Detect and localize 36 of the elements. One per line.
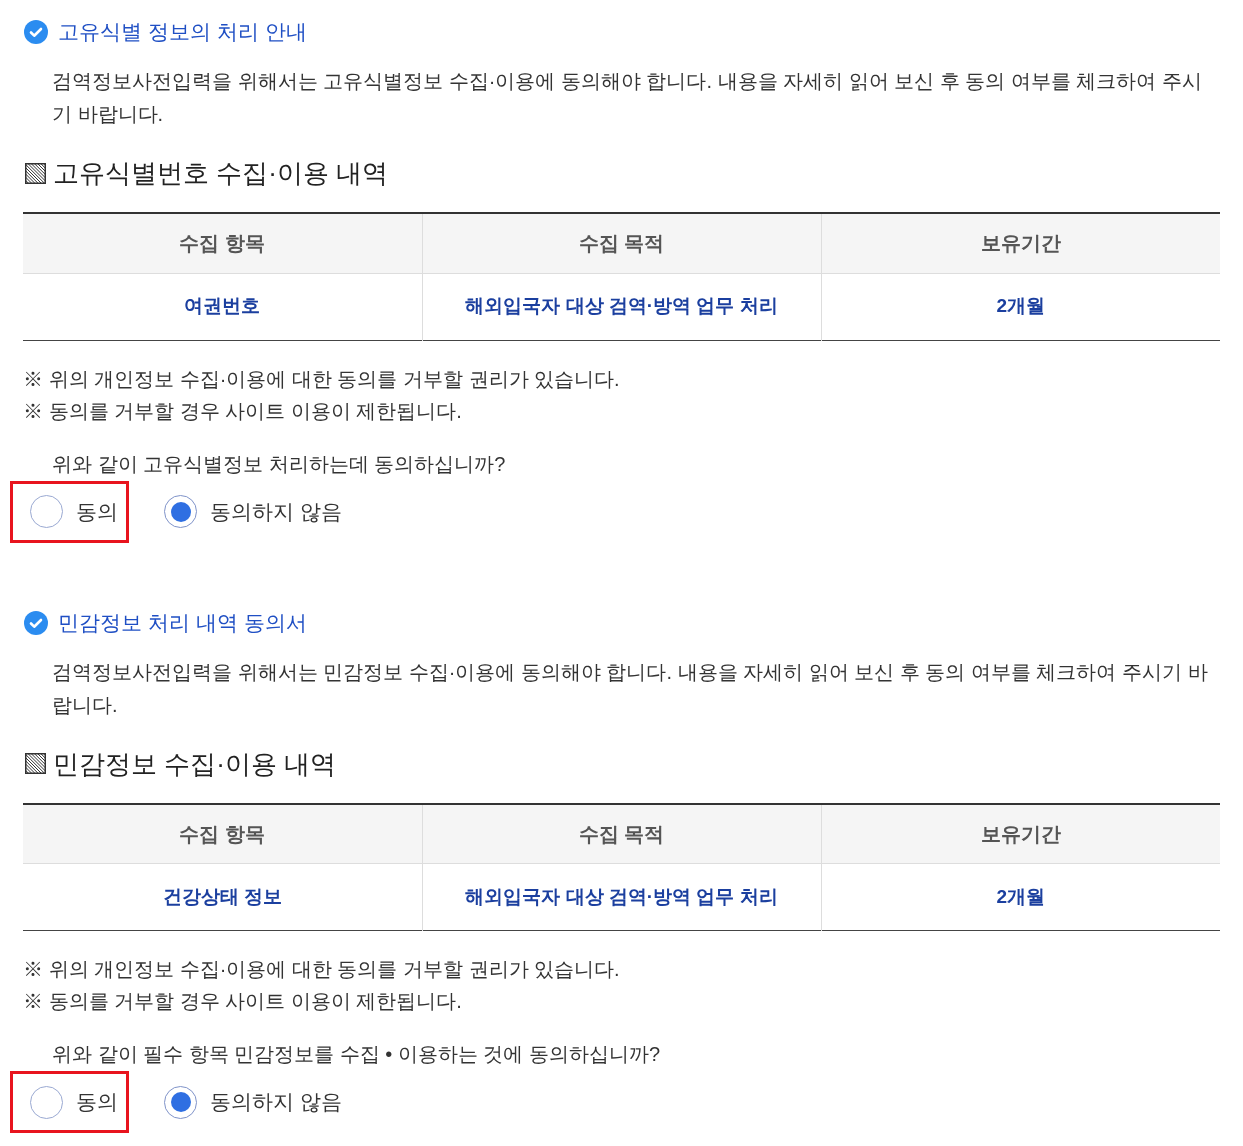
radio-button[interactable] xyxy=(164,495,197,528)
check-circle-icon xyxy=(24,20,48,44)
note-text: ※ 위의 개인정보 수집·이용에 대한 동의를 거부할 권리가 있습니다. xyxy=(23,957,621,982)
note-text: ※ 위의 개인정보 수집·이용에 대한 동의를 거부할 권리가 있습니다. xyxy=(23,366,621,392)
radio-button[interactable] xyxy=(164,1085,197,1119)
radio-label[interactable]: 동의하지 않음 xyxy=(210,1087,342,1117)
table-cell: 2개월 xyxy=(821,273,1220,340)
section-title: 민감정보 처리 내역 동의서 xyxy=(58,609,307,636)
radio-button[interactable] xyxy=(30,1085,63,1119)
column-header: 수집 목적 xyxy=(422,213,821,273)
column-header: 수집 항목 xyxy=(23,213,422,273)
radio-label[interactable]: 동의 xyxy=(76,1087,118,1117)
table-heading: 고유식별번호 수집·이용 내역 xyxy=(53,157,389,190)
description-text: 검역정보사전입력을 위해서는 민감정보 수집·이용에 동의해야 합니다. 내용을 자세히 읽어 보신 후 동의 여부를 체크하여 주시기 바랍니다. xyxy=(52,659,1209,718)
table-heading: 민감정보 수집·이용 내역 xyxy=(53,747,337,781)
table-cell: 해외입국자 대상 검역·방역 업무 처리 xyxy=(422,273,821,340)
question-text: 위와 같이 고유식별정보 처리하는데 동의하십니까? xyxy=(52,451,507,477)
radio-label[interactable]: 동의하지 않음 xyxy=(210,496,342,527)
hatched-square-icon xyxy=(25,753,46,774)
note-text: ※ 동의를 거부할 경우 사이트 이용이 제한됩니다. xyxy=(23,398,463,424)
hatched-square-icon xyxy=(25,162,46,184)
table-cell: 건강상태 정보 xyxy=(23,863,422,931)
section-title: 고유식별 정보의 처리 안내 xyxy=(58,19,307,45)
radio-button[interactable] xyxy=(30,495,63,528)
radio-label[interactable]: 동의 xyxy=(76,496,118,527)
column-header: 수집 목적 xyxy=(422,803,821,864)
column-header: 보유기간 xyxy=(821,213,1220,273)
description-text: 검역정보사전입력을 위해서는 고유식별정보 수집·이용에 동의해야 합니다. 내용을 자세히 읽어 보신 후 동의 여부를 체크하여 주시기 바랍니다. xyxy=(52,69,1203,127)
column-header: 보유기간 xyxy=(821,803,1220,864)
note-text: ※ 동의를 거부할 경우 사이트 이용이 제한됩니다. xyxy=(23,989,463,1014)
check-circle-icon xyxy=(24,610,48,635)
question-text: 위와 같이 필수 항목 민감정보를 수집 • 이용하는 것에 동의하십니까? xyxy=(52,1042,662,1067)
table-cell: 해외입국자 대상 검역·방역 업무 처리 xyxy=(422,863,821,931)
column-header: 수집 항목 xyxy=(23,803,422,864)
table-cell: 여권번호 xyxy=(23,273,422,340)
table-cell: 2개월 xyxy=(821,863,1220,931)
